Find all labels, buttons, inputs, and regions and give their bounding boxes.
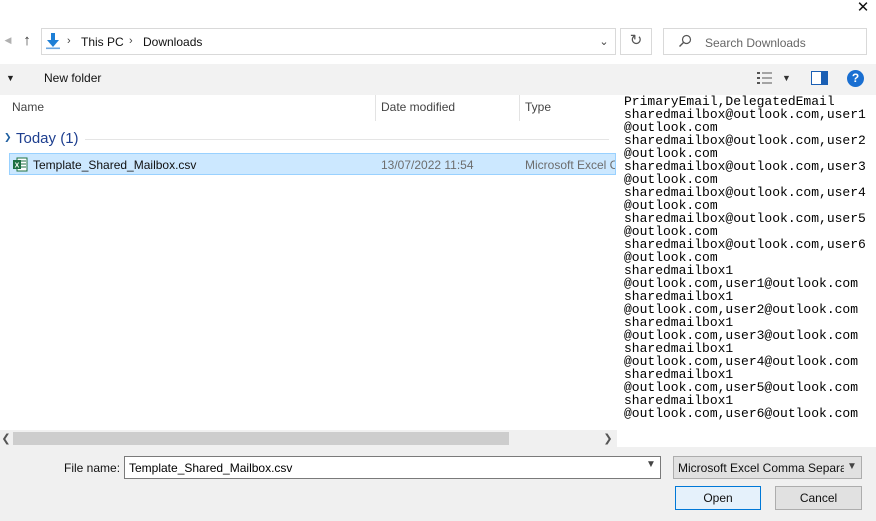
cancel-button[interactable]: Cancel [775, 486, 862, 510]
file-type: Microsoft Excel Comma Separated Values F… [525, 158, 615, 172]
new-folder-button[interactable]: New folder [44, 71, 101, 85]
column-divider[interactable] [519, 95, 520, 121]
search-icon [679, 34, 692, 47]
column-header-name[interactable]: Name [12, 100, 44, 114]
file-name: Template_Shared_Mailbox.csv [33, 158, 197, 172]
view-options-icon[interactable] [757, 71, 773, 85]
group-header-today[interactable]: Today (1) [16, 130, 79, 147]
chevron-down-icon: ▼ [847, 461, 857, 472]
group-divider [85, 139, 609, 140]
breadcrumb-this-pc[interactable]: This PC [81, 35, 124, 49]
svg-text:X: X [15, 163, 20, 170]
search-box[interactable]: Search Downloads [663, 28, 867, 55]
file-row[interactable]: X Template_Shared_Mailbox.csv 13/07/2022… [9, 153, 616, 175]
view-dropdown-icon[interactable]: ▼ [782, 73, 791, 83]
open-button[interactable]: Open [675, 486, 761, 510]
file-type-select[interactable]: Microsoft Excel Comma Separated Values F… [673, 456, 862, 479]
chevron-down-icon[interactable]: ❯ [4, 132, 12, 143]
horizontal-scrollbar[interactable]: ❮ ❯ [0, 430, 617, 447]
help-icon[interactable]: ? [847, 70, 864, 87]
breadcrumb-separator: › [67, 35, 71, 47]
column-header-date-modified[interactable]: Date modified [381, 100, 455, 114]
breadcrumb-separator: › [129, 35, 133, 47]
close-icon[interactable]: ✕ [850, 0, 876, 18]
up-arrow-icon[interactable]: ↑ [18, 32, 36, 50]
file-name-label: File name: [64, 461, 121, 475]
search-placeholder: Search Downloads [705, 36, 806, 50]
file-type-value: Microsoft Excel Comma Separated Values F… [678, 461, 844, 475]
scrollbar-thumb[interactable] [13, 432, 509, 445]
breadcrumb-downloads[interactable]: Downloads [143, 35, 202, 49]
scroll-right-icon[interactable]: ❯ [602, 432, 614, 445]
refresh-icon[interactable]: ↻ [620, 28, 652, 55]
command-bar [0, 64, 876, 95]
file-name-input[interactable] [124, 456, 661, 479]
address-bar[interactable]: › This PC › Downloads ⌄ [41, 28, 616, 55]
back-icon[interactable]: ◀ [2, 35, 14, 49]
preview-pane: PrimaryEmail,DelegatedEmail sharedmailbo… [618, 95, 876, 445]
file-date: 13/07/2022 11:54 [381, 158, 474, 172]
scroll-left-icon[interactable]: ❮ [0, 432, 12, 445]
preview-pane-icon[interactable] [811, 71, 828, 85]
chevron-down-icon[interactable]: ⌄ [595, 33, 613, 51]
chevron-down-icon[interactable]: ▼ [646, 459, 656, 470]
column-divider[interactable] [375, 95, 376, 121]
organize-dropdown-icon[interactable]: ▼ [6, 73, 15, 83]
preview-text: PrimaryEmail,DelegatedEmail sharedmailbo… [624, 95, 866, 421]
download-folder-icon [46, 33, 60, 50]
excel-file-icon: X [13, 157, 28, 172]
column-header-type[interactable]: Type [525, 100, 551, 114]
